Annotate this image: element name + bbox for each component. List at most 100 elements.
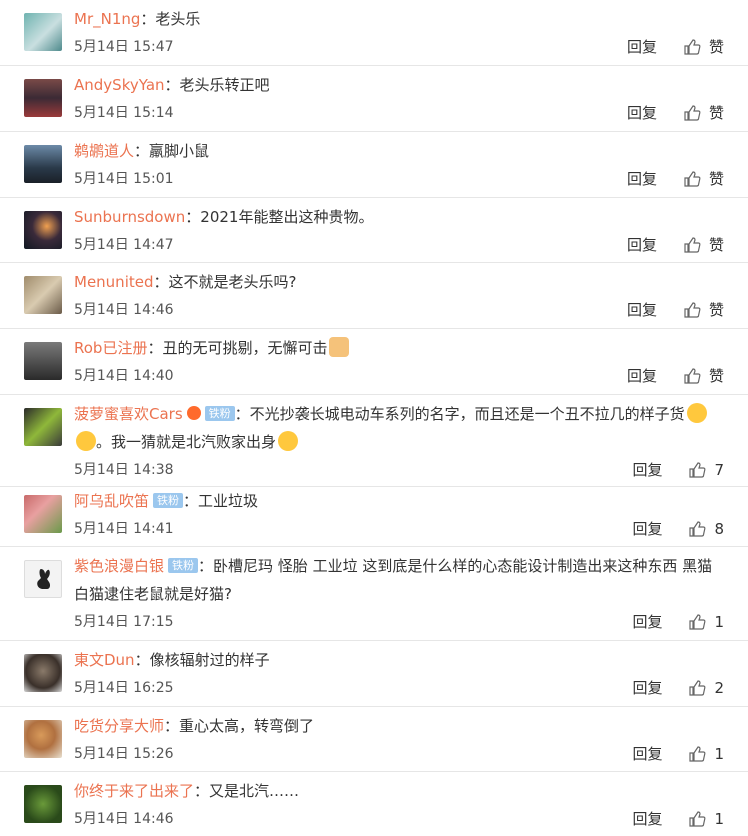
username[interactable]: 你终于来了出来了	[74, 782, 194, 800]
separator: ：	[164, 76, 180, 94]
like-button[interactable]: 1	[688, 805, 724, 833]
reply-button[interactable]: 回复	[632, 456, 662, 484]
username[interactable]: Rob已注册	[74, 339, 147, 357]
like-count: 1	[714, 745, 724, 763]
timestamp: 5月14日 15:47	[74, 39, 174, 55]
timestamp: 5月14日 17:15	[74, 614, 174, 630]
reply-button[interactable]: 回复	[627, 99, 657, 127]
like-button[interactable]: 2	[688, 674, 724, 702]
timestamp: 5月14日 14:47	[74, 237, 174, 253]
timestamp: 5月14日 15:01	[74, 171, 174, 187]
like-button[interactable]: 赞	[683, 362, 724, 390]
thumbs-up-icon	[684, 171, 701, 187]
like-count: 7	[714, 461, 724, 479]
comment-item: Mr_N1ng：老头乐 5月14日 15:47 回复 赞	[0, 0, 748, 66]
grimace-emoji-icon	[686, 403, 707, 423]
username[interactable]: 紫色浪漫白银	[74, 557, 164, 575]
comment-item: Menunited：这不就是老头乐吗? 5月14日 14:46 回复 赞	[0, 263, 748, 329]
reply-button[interactable]: 回复	[627, 362, 657, 390]
comment-text: 又是北汽……	[209, 782, 300, 800]
avatar[interactable]	[24, 408, 62, 446]
like-count: 1	[714, 613, 724, 631]
like-label: 赞	[708, 104, 724, 122]
username[interactable]: Sunburnsdown	[74, 208, 185, 226]
thumbs-up-icon	[689, 680, 706, 696]
comment-text: 老头乐	[155, 10, 201, 28]
thumbs-up-icon	[684, 39, 701, 55]
username[interactable]: 菠萝蜜喜欢Cars	[74, 405, 183, 423]
comment-text: 这不就是老头乐吗?	[168, 273, 297, 291]
like-button[interactable]: 赞	[683, 165, 724, 193]
like-button[interactable]: 1	[688, 740, 724, 768]
comment-text: 重心太高，转弯倒了	[179, 717, 315, 735]
username[interactable]: 鹈鹕道人	[74, 142, 134, 160]
timestamp: 5月14日 14:38	[74, 462, 174, 478]
reply-button[interactable]: 回复	[632, 805, 662, 833]
avatar[interactable]	[24, 145, 62, 183]
separator: ：	[140, 10, 156, 28]
username[interactable]: 吃货分享大师	[74, 717, 164, 735]
avatar[interactable]	[24, 211, 62, 249]
comment-item: 東文Dun：像核辐射过的样子 5月14日 16:25 回复 2	[0, 641, 748, 707]
fan-badge[interactable]: 铁粉	[153, 493, 184, 508]
thumbs-up-icon	[684, 368, 701, 384]
reply-button[interactable]: 回复	[632, 608, 662, 636]
reply-button[interactable]: 回复	[632, 674, 662, 702]
comment-list: Mr_N1ng：老头乐 5月14日 15:47 回复赞 AndySkyYan：老…	[0, 0, 748, 836]
thumbs-up-icon	[684, 105, 701, 121]
comment-item: 吃货分享大师：重心太高，转弯倒了 5月14日 15:26 回复 1	[0, 707, 748, 772]
timestamp: 5月14日 14:41	[74, 521, 174, 537]
comment-item: 阿乌乱吹笛 铁粉 ：工业垃圾 5月14日 14:41 回复 8	[0, 487, 748, 547]
reply-button[interactable]: 回复	[632, 740, 662, 768]
timestamp: 5月14日 14:40	[74, 368, 174, 384]
thumbs-up-icon	[689, 614, 706, 630]
comment-item: 你终于来了出来了：又是北汽…… 5月14日 14:46 回复 1	[0, 772, 748, 836]
username[interactable]: Menunited	[74, 273, 154, 291]
like-count: 8	[714, 520, 724, 538]
like-button[interactable]: 赞	[683, 296, 724, 324]
avatar[interactable]	[24, 13, 62, 51]
like-label: 赞	[708, 301, 724, 319]
avatar[interactable]	[24, 495, 62, 533]
comment-text: 像核辐射过的样子	[149, 651, 270, 669]
avatar[interactable]	[24, 276, 62, 314]
comment-text: 不光抄袭长城电动车系列的名字，而且还是一个丑不拉几的样子货	[249, 405, 685, 423]
comment-text: 老头乐转正吧	[179, 76, 270, 94]
avatar[interactable]	[24, 720, 62, 758]
like-button[interactable]: 赞	[683, 99, 724, 127]
username[interactable]: 東文Dun	[74, 651, 135, 669]
separator: ：	[134, 651, 150, 669]
hot-user-icon	[186, 406, 201, 420]
timestamp: 5月14日 14:46	[74, 302, 174, 318]
avatar[interactable]	[24, 342, 62, 380]
comment-item: AndySkyYan：老头乐转正吧 5月14日 15:14 回复 赞	[0, 66, 748, 132]
username[interactable]: 阿乌乱吹笛	[74, 492, 149, 510]
timestamp: 5月14日 15:26	[74, 746, 174, 762]
reply-button[interactable]: 回复	[632, 515, 662, 543]
grimace-emoji-icon	[76, 431, 96, 451]
reply-button[interactable]: 回复	[627, 231, 657, 259]
avatar[interactable]	[24, 654, 62, 692]
like-label: 赞	[708, 38, 724, 56]
fan-badge[interactable]: 铁粉	[168, 558, 199, 573]
like-count: 2	[714, 679, 724, 697]
thumbs-up-icon	[689, 811, 706, 827]
like-button[interactable]: 赞	[683, 231, 724, 259]
fan-badge[interactable]: 铁粉	[204, 406, 235, 421]
thumbs-up-icon	[689, 462, 706, 478]
username[interactable]: AndySkyYan	[74, 76, 165, 94]
reply-button[interactable]: 回复	[627, 33, 657, 61]
reply-button[interactable]: 回复	[627, 296, 657, 324]
like-button[interactable]: 8	[688, 515, 724, 543]
like-button[interactable]: 7	[688, 456, 724, 484]
reply-button[interactable]: 回复	[627, 165, 657, 193]
avatar[interactable]	[24, 785, 62, 823]
separator: ：	[134, 142, 150, 160]
avatar[interactable]	[24, 79, 62, 117]
avatar[interactable]	[24, 560, 62, 598]
username[interactable]: Mr_N1ng	[74, 10, 140, 28]
like-button[interactable]: 1	[688, 608, 724, 636]
comment-text: 2021年能整出这种贵物。	[200, 208, 374, 226]
comment-text-continued: 。我一猜就是北汽败家出身	[96, 433, 277, 451]
like-button[interactable]: 赞	[683, 33, 724, 61]
